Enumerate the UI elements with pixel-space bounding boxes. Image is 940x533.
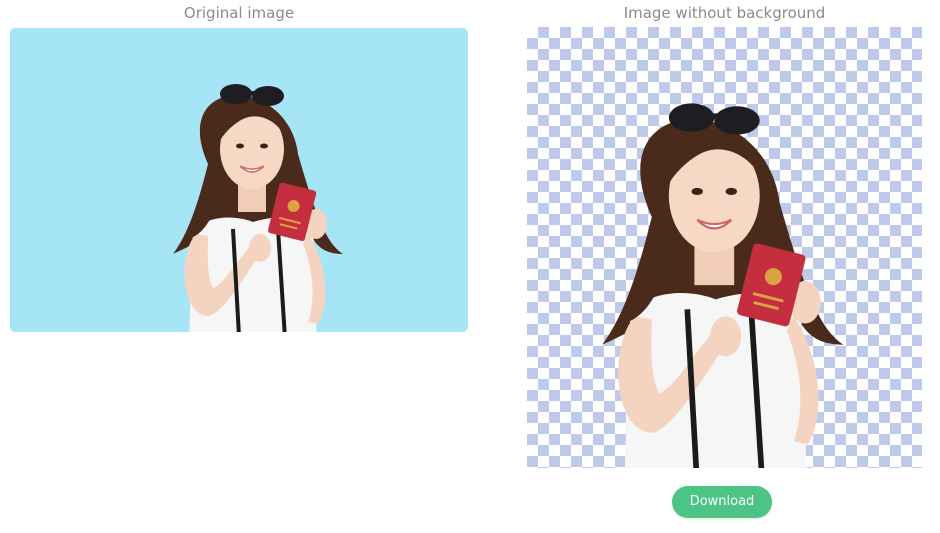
original-image-caption: Original image	[183, 4, 295, 22]
background-remover-comparison: Original image Image without background	[0, 0, 940, 533]
result-image	[527, 27, 922, 468]
original-image	[10, 28, 468, 332]
cutout-photo-illustration	[527, 27, 922, 468]
result-image-caption: Image without background	[623, 4, 826, 22]
original-photo-illustration	[10, 28, 468, 332]
download-button[interactable]: Download	[672, 486, 772, 518]
